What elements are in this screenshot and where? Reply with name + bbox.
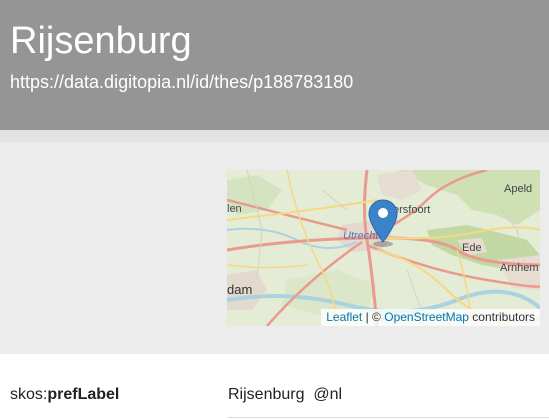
property-value-text: Rijsenburg bbox=[228, 386, 305, 403]
map-label-utrecht: Utrecht bbox=[343, 230, 379, 242]
property-value: Rijsenburg @nl bbox=[228, 386, 342, 404]
map-label-amersfoort: ersfoort bbox=[393, 204, 430, 216]
leaflet-link[interactable]: Leaflet bbox=[326, 310, 362, 324]
page-header: Rijsenburg https://data.digitopia.nl/id/… bbox=[0, 0, 549, 130]
property-language: @nl bbox=[313, 386, 343, 403]
map-label-ede: Ede bbox=[462, 242, 482, 254]
property-label[interactable]: skos:prefLabel bbox=[10, 386, 119, 404]
map-label-apeldoorn: Apeld bbox=[504, 183, 532, 195]
map-label-amsterdam: dam bbox=[227, 282, 252, 297]
map-label-arnhem: Arnhem bbox=[500, 262, 539, 274]
property-row: skos:prefLabel Rijsenburg @nl bbox=[0, 354, 549, 419]
header-divider bbox=[0, 130, 549, 142]
openstreetmap-link[interactable]: OpenStreetMap bbox=[384, 310, 469, 324]
attribution-separator: | © bbox=[365, 310, 381, 324]
map-tiles[interactable]: Apeld len ersfoort Utrecht Ede Arnhem da… bbox=[227, 170, 540, 326]
row-divider bbox=[228, 417, 549, 418]
map-label-west: len bbox=[227, 203, 242, 215]
attribution-suffix: contributors bbox=[472, 310, 535, 324]
location-map[interactable]: Apeld len ersfoort Utrecht Ede Arnhem da… bbox=[227, 170, 540, 326]
property-name: prefLabel bbox=[47, 386, 120, 403]
property-prefix: skos: bbox=[10, 386, 48, 403]
map-attribution: Leaflet | © OpenStreetMap contributors bbox=[321, 309, 540, 326]
resource-uri[interactable]: https://data.digitopia.nl/id/thes/p18878… bbox=[10, 72, 353, 93]
page-title: Rijsenburg bbox=[10, 20, 192, 62]
